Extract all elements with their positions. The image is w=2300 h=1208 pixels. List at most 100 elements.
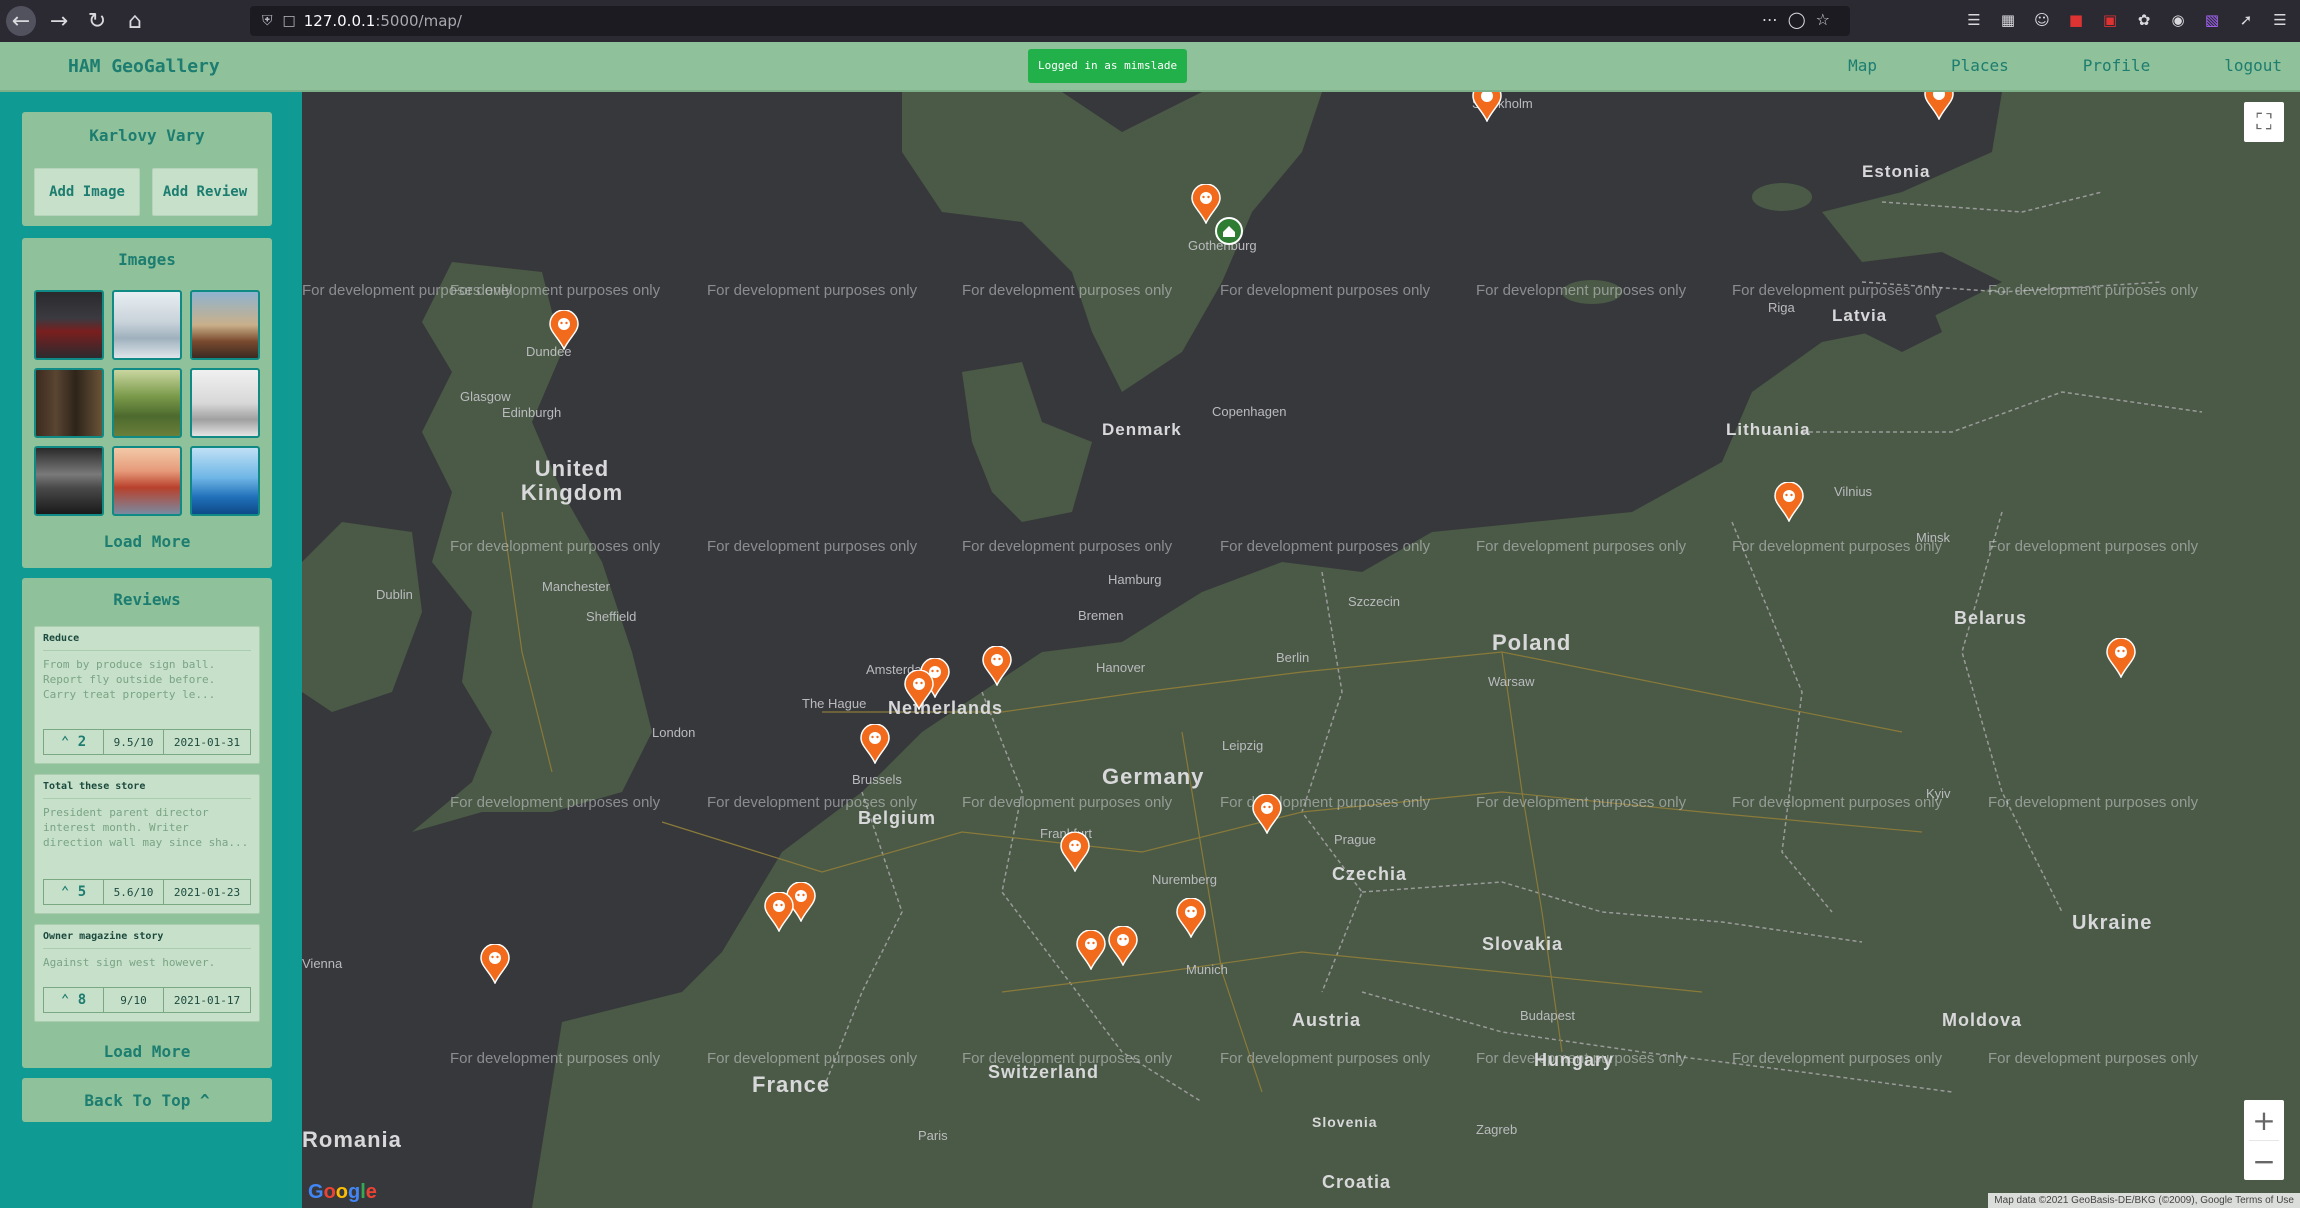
city-label: Paris: [918, 1128, 948, 1143]
zoom-out-button[interactable]: −: [2244, 1141, 2284, 1181]
city-label: Riga: [1768, 300, 1795, 315]
extension-icon[interactable]: ➚: [2236, 10, 2256, 30]
dev-watermark: For development purposes only: [1988, 794, 2199, 811]
ublock-icon[interactable]: ■: [2066, 10, 2086, 30]
menu-icon[interactable]: ☰: [2270, 10, 2290, 30]
city-label: Warsaw: [1488, 674, 1535, 689]
map-canvas[interactable]: For development purposes only For develo…: [302, 92, 2300, 1208]
place-marker[interactable]: [1252, 794, 1282, 834]
review-date: 2021-01-23: [173, 885, 241, 899]
account-icon[interactable]: ☺: [2032, 10, 2052, 30]
nav-link-places[interactable]: Places: [1951, 56, 2009, 75]
vote-count: 5: [77, 884, 87, 900]
place-marker[interactable]: [480, 944, 510, 984]
image-thumbnail[interactable]: [34, 368, 104, 438]
back-icon[interactable]: ←: [6, 6, 36, 36]
sidebar: Karlovy Vary Add Image Add Review Images…: [0, 92, 302, 1208]
back-to-top-button[interactable]: Back To Top ^: [22, 1078, 272, 1122]
city-label: The Hague: [802, 696, 867, 711]
add-image-button[interactable]: Add Image: [34, 168, 140, 216]
city-label: Budapest: [1520, 1008, 1575, 1023]
review-body: From by produce sign ball. Report fly ou…: [43, 658, 216, 701]
city-label: Hamburg: [1108, 572, 1162, 587]
upvote-button[interactable]: ⌃ 2: [44, 730, 104, 754]
vote-count: 2: [77, 734, 87, 750]
dev-watermark: For development purposes only: [707, 538, 918, 555]
chevron-up-icon: ⌃: [60, 734, 78, 750]
upvote-button[interactable]: ⌃ 8: [44, 988, 104, 1012]
city-label: Prague: [1334, 832, 1376, 847]
place-marker[interactable]: [1924, 92, 1954, 120]
reload-icon[interactable]: ↻: [82, 6, 112, 36]
dev-watermark: For development purposes only: [1220, 282, 1431, 299]
review-title: Total these store: [43, 781, 251, 799]
country-label: Belgium: [858, 808, 937, 828]
image-thumbnail[interactable]: [112, 290, 182, 360]
place-marker[interactable]: [860, 724, 890, 764]
home-icon[interactable]: ⌂: [120, 6, 150, 36]
home-marker[interactable]: [1214, 216, 1244, 256]
place-marker[interactable]: [1472, 92, 1502, 122]
review-score: 5.6/10: [104, 880, 164, 904]
image-thumbnail[interactable]: [34, 446, 104, 516]
fullscreen-button[interactable]: ⛶: [2244, 102, 2284, 142]
review-card: Owner magazine story Against sign west h…: [34, 924, 260, 1022]
place-marker[interactable]: [549, 310, 579, 350]
city-label: Hanover: [1096, 660, 1146, 675]
page-icon: □: [282, 13, 296, 29]
load-more-reviews-button[interactable]: Load More: [22, 1042, 272, 1061]
place-marker[interactable]: [1774, 482, 1804, 522]
address-bar[interactable]: ⛨ □ 127.0.0.1:5000/map/ ⋯◯☆: [250, 6, 1850, 36]
city-label: Manchester: [542, 579, 610, 594]
upvote-button[interactable]: ⌃ 5: [44, 880, 104, 904]
nav-link-logout[interactable]: logout: [2224, 56, 2282, 75]
place-marker[interactable]: [904, 670, 934, 710]
image-thumbnail[interactable]: [112, 446, 182, 516]
forward-icon[interactable]: →: [44, 6, 74, 36]
city-label: Szczecin: [1348, 594, 1401, 609]
country-label: Ukraine: [2072, 912, 2153, 934]
city-label: Copenhagen: [1212, 404, 1287, 419]
extension-icon[interactable]: ✿: [2134, 10, 2154, 30]
nav-link-map[interactable]: Map: [1848, 56, 1877, 75]
brand-logo[interactable]: HAM GeoGallery: [68, 56, 220, 77]
load-more-images-button[interactable]: Load More: [22, 532, 272, 551]
review-meta: ⌃ 8 9/10 2021-01-17: [43, 987, 251, 1013]
review-body: Against sign west however.: [43, 956, 216, 969]
library-icon[interactable]: ☰: [1964, 10, 1984, 30]
city-label: Glasgow: [460, 389, 511, 404]
extension-icon[interactable]: ▧: [2202, 10, 2222, 30]
add-review-button[interactable]: Add Review: [152, 168, 258, 216]
image-thumbnail[interactable]: [190, 290, 260, 360]
page-actions-icon[interactable]: ⋯◯☆: [1762, 10, 1840, 29]
zoom-in-button[interactable]: +: [2244, 1100, 2284, 1140]
dev-watermark: For development purposes only: [1220, 538, 1431, 555]
url-path: :5000/map/: [375, 12, 462, 30]
images-title: Images: [118, 250, 176, 269]
place-marker[interactable]: [2106, 638, 2136, 678]
vote-count: 8: [77, 992, 87, 1008]
image-thumbnail[interactable]: [34, 290, 104, 360]
nav-link-profile[interactable]: Profile: [2083, 56, 2150, 75]
place-marker[interactable]: [982, 646, 1012, 686]
city-label: Zagreb: [1476, 1122, 1518, 1137]
country-label: Poland: [1492, 630, 1572, 655]
dev-watermark: For development purposes only: [450, 794, 661, 811]
city-label: Dublin: [376, 587, 413, 602]
image-thumbnail[interactable]: [190, 446, 260, 516]
place-marker[interactable]: [1176, 898, 1206, 938]
sidebar-toggle-icon[interactable]: ▦: [1998, 10, 2018, 30]
map-attribution[interactable]: Map data ©2021 GeoBasis-DE/BKG (©2009), …: [1988, 1193, 2300, 1208]
extension-icon[interactable]: ◉: [2168, 10, 2188, 30]
image-thumbnail[interactable]: [112, 368, 182, 438]
dev-watermark: For development purposes only: [1476, 282, 1687, 299]
image-thumbnail[interactable]: [190, 368, 260, 438]
place-marker[interactable]: [1060, 832, 1090, 872]
place-marker[interactable]: [1076, 930, 1106, 970]
city-label: Kyiv: [1926, 786, 1951, 801]
place-marker[interactable]: [1108, 926, 1138, 966]
place-marker[interactable]: [764, 892, 794, 932]
extension-icon[interactable]: ▣: [2100, 10, 2120, 30]
country-label: Croatia: [1322, 1172, 1392, 1192]
country-label: Moldova: [1942, 1010, 2023, 1030]
